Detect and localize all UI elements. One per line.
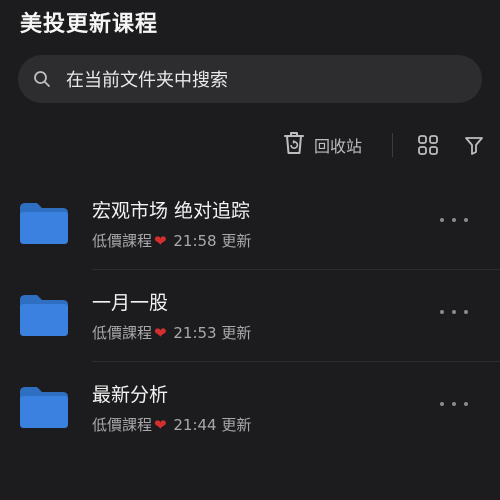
folder-name: 宏观市场 绝对追踪: [92, 200, 251, 222]
recycle-bin-button[interactable]: 回收站: [282, 128, 362, 162]
search-icon: [32, 69, 52, 89]
filter-icon[interactable]: [462, 133, 486, 157]
folder-time: 21:44: [173, 416, 217, 434]
folder-icon: [18, 200, 70, 246]
heart-icon: ❤: [154, 416, 167, 434]
folder-owner: 低價課程: [92, 324, 153, 342]
folder-meta: 低價課程 ❤ 21:58 更新: [92, 230, 251, 251]
folder-icon: [18, 384, 70, 430]
folder-name: 一月一股: [92, 292, 169, 314]
more-options-icon[interactable]: [440, 392, 468, 416]
more-options-icon[interactable]: [440, 300, 468, 324]
page-title: 美投更新课程: [20, 12, 159, 37]
file-browser-page: 美投更新课程 在当前文件夹中搜索 回收站 宏观市场 绝对追踪 低價課程 ❤ 21…: [0, 0, 500, 500]
folder-icon: [18, 292, 70, 338]
toolbar: 回收站: [0, 128, 500, 162]
folder-owner: 低價課程: [92, 416, 153, 434]
heart-icon: ❤: [154, 232, 167, 250]
search-input[interactable]: 在当前文件夹中搜索: [66, 66, 228, 92]
folder-status: 更新: [221, 324, 252, 342]
recycle-bin-label: 回收站: [314, 137, 363, 156]
recycle-bin-icon: [282, 130, 306, 160]
heart-icon: ❤: [154, 324, 167, 342]
folder-status: 更新: [221, 232, 252, 250]
folder-status: 更新: [221, 416, 252, 434]
search-bar[interactable]: 在当前文件夹中搜索: [18, 55, 482, 103]
folder-row[interactable]: 最新分析 低價課程 ❤ 21:44 更新: [0, 362, 500, 454]
folder-meta: 低價課程 ❤ 21:53 更新: [92, 322, 251, 343]
folder-list: 宏观市场 绝对追踪 低價課程 ❤ 21:58 更新 一月一股 低價課程 ❤ 21:5…: [0, 178, 500, 454]
folder-time: 21:58: [173, 232, 217, 250]
folder-meta: 低價課程 ❤ 21:44 更新: [92, 414, 251, 435]
folder-owner: 低價課程: [92, 232, 153, 250]
grid-view-icon[interactable]: [416, 133, 440, 157]
folder-row[interactable]: 一月一股 低價課程 ❤ 21:53 更新: [0, 270, 500, 362]
folder-row[interactable]: 宏观市场 绝对追踪 低價課程 ❤ 21:58 更新: [0, 178, 500, 270]
folder-name: 最新分析: [92, 384, 169, 406]
more-options-icon[interactable]: [440, 208, 468, 232]
toolbar-divider: [392, 133, 393, 157]
folder-time: 21:53: [173, 324, 217, 342]
